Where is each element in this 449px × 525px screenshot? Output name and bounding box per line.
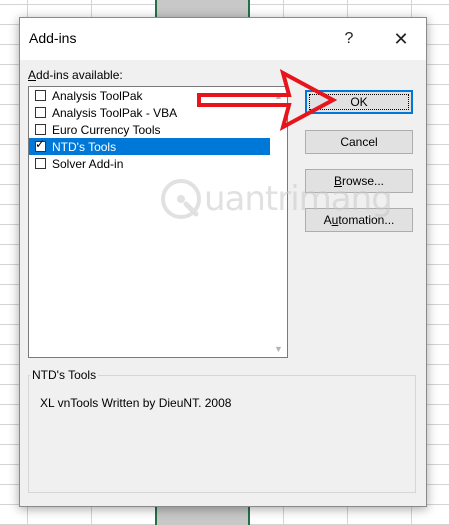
red-arrow-annotation xyxy=(197,69,337,131)
list-item-label: Analysis ToolPak - VBA xyxy=(52,105,178,120)
list-item-label: NTD's Tools xyxy=(52,139,117,154)
list-item-label: Solver Add-in xyxy=(52,156,124,171)
label-accelerator: A xyxy=(28,68,37,82)
list-item-label: Euro Currency Tools xyxy=(52,122,161,137)
checkmark-icon: ✓ xyxy=(35,137,46,151)
cancel-button-label: Cancel xyxy=(340,135,378,149)
watermark: uantrimang xyxy=(160,178,393,220)
checkbox[interactable] xyxy=(35,107,46,118)
add-ins-available-label: Add-ins available: xyxy=(28,68,123,82)
list-item[interactable]: Solver Add-in xyxy=(29,155,287,172)
checkbox[interactable] xyxy=(35,124,46,135)
list-item-label: Analysis ToolPak xyxy=(52,88,143,103)
groupbox-title: NTD's Tools xyxy=(30,368,99,382)
watermark-logo-icon xyxy=(161,179,201,219)
label-text: dd-ins available: xyxy=(36,68,123,82)
addin-description: XL vnTools Written by DieuNT. 2008 xyxy=(40,396,232,410)
close-button[interactable]: ✕ xyxy=(384,24,418,54)
help-button[interactable]: ? xyxy=(332,24,366,54)
watermark-text: uantrimang xyxy=(204,179,393,219)
checkbox[interactable] xyxy=(35,90,46,101)
description-groupbox xyxy=(28,375,416,493)
checkbox[interactable]: ✓ xyxy=(35,137,46,152)
dialog-title: Add-ins xyxy=(29,30,77,46)
dialog-titlebar: Add-ins ? ✕ xyxy=(20,18,426,60)
list-item[interactable]: ✓ NTD's Tools xyxy=(29,138,287,155)
checkbox[interactable] xyxy=(35,158,46,169)
cancel-button[interactable]: Cancel xyxy=(305,130,413,154)
scroll-down-icon[interactable]: ▼ xyxy=(270,340,287,357)
